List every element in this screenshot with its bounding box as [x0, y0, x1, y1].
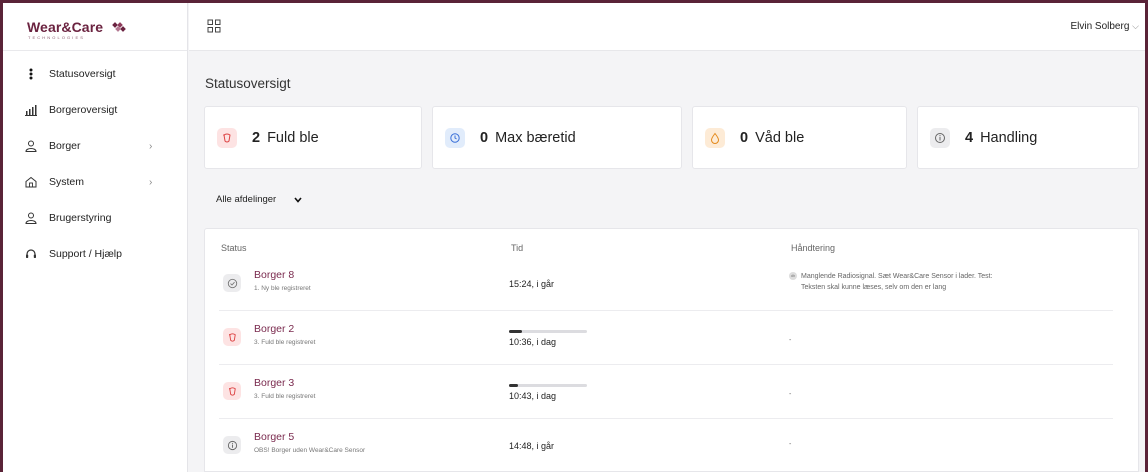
sidebar-item-label: Brugerstyring	[49, 212, 112, 224]
row-handling: -	[789, 337, 792, 344]
logo-wordmark: Wear&Care TECHNOLOGIES	[27, 18, 128, 40]
sidebar-nav: Statusoversigt Borgeroversigt Borger › S…	[3, 51, 187, 272]
row-name[interactable]: Borger 3	[254, 377, 294, 389]
sidebar-item-statusoversigt[interactable]: Statusoversigt	[3, 56, 187, 92]
row-name[interactable]: Borger 8	[254, 269, 294, 281]
progress-fill	[509, 384, 519, 387]
handling-badge: dh	[789, 272, 797, 281]
sidebar-item-label: Statusoversigt	[49, 68, 116, 80]
card-label: Max bæretid	[495, 129, 576, 146]
sidebar-item-borger[interactable]: Borger ›	[3, 128, 187, 164]
house-icon	[23, 174, 39, 190]
diaper-icon	[217, 127, 237, 148]
logo-diamond-icon	[112, 22, 126, 33]
card-label: Handling	[980, 129, 1038, 146]
column-header-status: Status	[221, 243, 247, 253]
table-row[interactable]: Borger 8 1. Ny ble registreret 15:24, i …	[219, 257, 1113, 311]
row-status: 3. Fuld ble registreret	[254, 393, 316, 400]
diaper-icon	[223, 382, 241, 400]
logo-name: Wear&Care	[27, 18, 104, 35]
table-row[interactable]: Borger 3 3. Fuld ble registreret 10:43, …	[219, 365, 1113, 419]
user-menu[interactable]: Elvin Solberg ⌵	[1070, 21, 1139, 32]
headset-icon	[23, 246, 39, 262]
sidebar-item-label: System	[49, 176, 85, 188]
row-status: OBS! Borger uden Wear&Care Sensor	[254, 447, 366, 454]
handling-text-line1: Manglende Radiosignal. Sæt Wear&Care Sen…	[801, 273, 993, 280]
user-name: Elvin Solberg	[1070, 21, 1130, 32]
person-icon	[23, 138, 39, 154]
sidebar-item-borgeroversigt[interactable]: Borgeroversigt	[3, 92, 187, 128]
column-header-time: Tid	[511, 243, 524, 253]
column-header-handling: Håndtering	[791, 243, 836, 253]
info-icon	[223, 436, 241, 454]
card-count: 0	[480, 129, 489, 146]
wear-time-progress-bar	[509, 330, 587, 333]
status-table: Status Tid Håndtering Borger 8 1. Ny ble…	[204, 228, 1139, 472]
table-row[interactable]: Borger 2 3. Fuld ble registreret 10:36, …	[219, 311, 1113, 365]
row-status: 1. Ny ble registreret	[254, 285, 311, 292]
apps-grid-icon[interactable]	[207, 19, 221, 33]
chevron-right-icon: ›	[149, 140, 153, 152]
row-name[interactable]: Borger 5	[254, 431, 294, 443]
card-label: Fuld ble	[267, 129, 319, 146]
sidebar-item-support[interactable]: Support / Hjælp	[3, 236, 187, 272]
app-window: Wear&Care TECHNOLOGIES Statusoversigt Bo…	[3, 3, 1145, 472]
status-cards: 2 Fuld ble 0 Max bæretid 0 Våd ble 4 Han…	[204, 106, 1139, 169]
row-name[interactable]: Borger 2	[254, 323, 294, 335]
card-count: 4	[965, 129, 974, 146]
handling-text-line2: Teksten skal kunne læses, selv om den er…	[801, 284, 947, 291]
chevron-right-icon: ›	[149, 176, 153, 188]
department-filter-dropdown[interactable]: Alle afdelinger	[216, 194, 302, 205]
row-time: 15:24, i går	[509, 279, 555, 289]
row-handling: -	[789, 441, 792, 448]
sidebar-item-label: Borgeroversigt	[49, 104, 118, 116]
card-label: Våd ble	[755, 129, 805, 146]
card-vaad-ble[interactable]: 0 Våd ble	[692, 106, 907, 169]
filter-label: Alle afdelinger	[216, 194, 277, 205]
sidebar-item-label: Support / Hjælp	[49, 248, 122, 260]
info-icon	[930, 127, 950, 148]
row-handling: -	[789, 391, 792, 398]
main-content: Statusoversigt 2 Fuld ble 0 Max bæretid	[189, 51, 1145, 472]
row-status: 3. Fuld ble registreret	[254, 339, 316, 346]
sidebar-item-label: Borger	[49, 140, 81, 152]
page-title: Statusoversigt	[205, 76, 291, 91]
card-handling[interactable]: 4 Handling	[917, 106, 1139, 169]
topbar: Elvin Solberg ⌵	[189, 3, 1145, 51]
sidebar: Wear&Care TECHNOLOGIES Statusoversigt Bo…	[3, 3, 188, 472]
chevron-down-icon	[294, 195, 302, 205]
bar-chart-icon	[23, 102, 39, 118]
logo[interactable]: Wear&Care TECHNOLOGIES	[3, 3, 187, 51]
row-time: 10:36, i dag	[509, 337, 557, 347]
row-time: 14:48, i går	[509, 441, 555, 451]
timer-icon	[445, 127, 465, 148]
drop-icon	[705, 127, 725, 148]
chevron-down-icon: ⌵	[1132, 21, 1139, 31]
vertical-dots-icon	[23, 66, 39, 82]
card-max-baeretid[interactable]: 0 Max bæretid	[432, 106, 682, 169]
card-fuld-ble[interactable]: 2 Fuld ble	[204, 106, 422, 169]
row-handling: dh Manglende Radiosignal. Sæt Wear&Care S…	[789, 271, 993, 293]
sidebar-item-brugerstyring[interactable]: Brugerstyring	[3, 200, 187, 236]
table-row[interactable]: Borger 5 OBS! Borger uden Wear&Care Sens…	[219, 419, 1113, 472]
wear-time-progress-bar	[509, 384, 587, 387]
row-time: 10:43, i dag	[509, 391, 557, 401]
progress-fill	[509, 330, 523, 333]
sidebar-item-system[interactable]: System ›	[3, 164, 187, 200]
diaper-icon	[223, 328, 241, 346]
card-count: 2	[252, 129, 261, 146]
person-icon	[23, 210, 39, 226]
check-circle-icon	[223, 274, 241, 292]
card-count: 0	[740, 129, 749, 146]
logo-subtitle: TECHNOLOGIES	[28, 34, 85, 40]
